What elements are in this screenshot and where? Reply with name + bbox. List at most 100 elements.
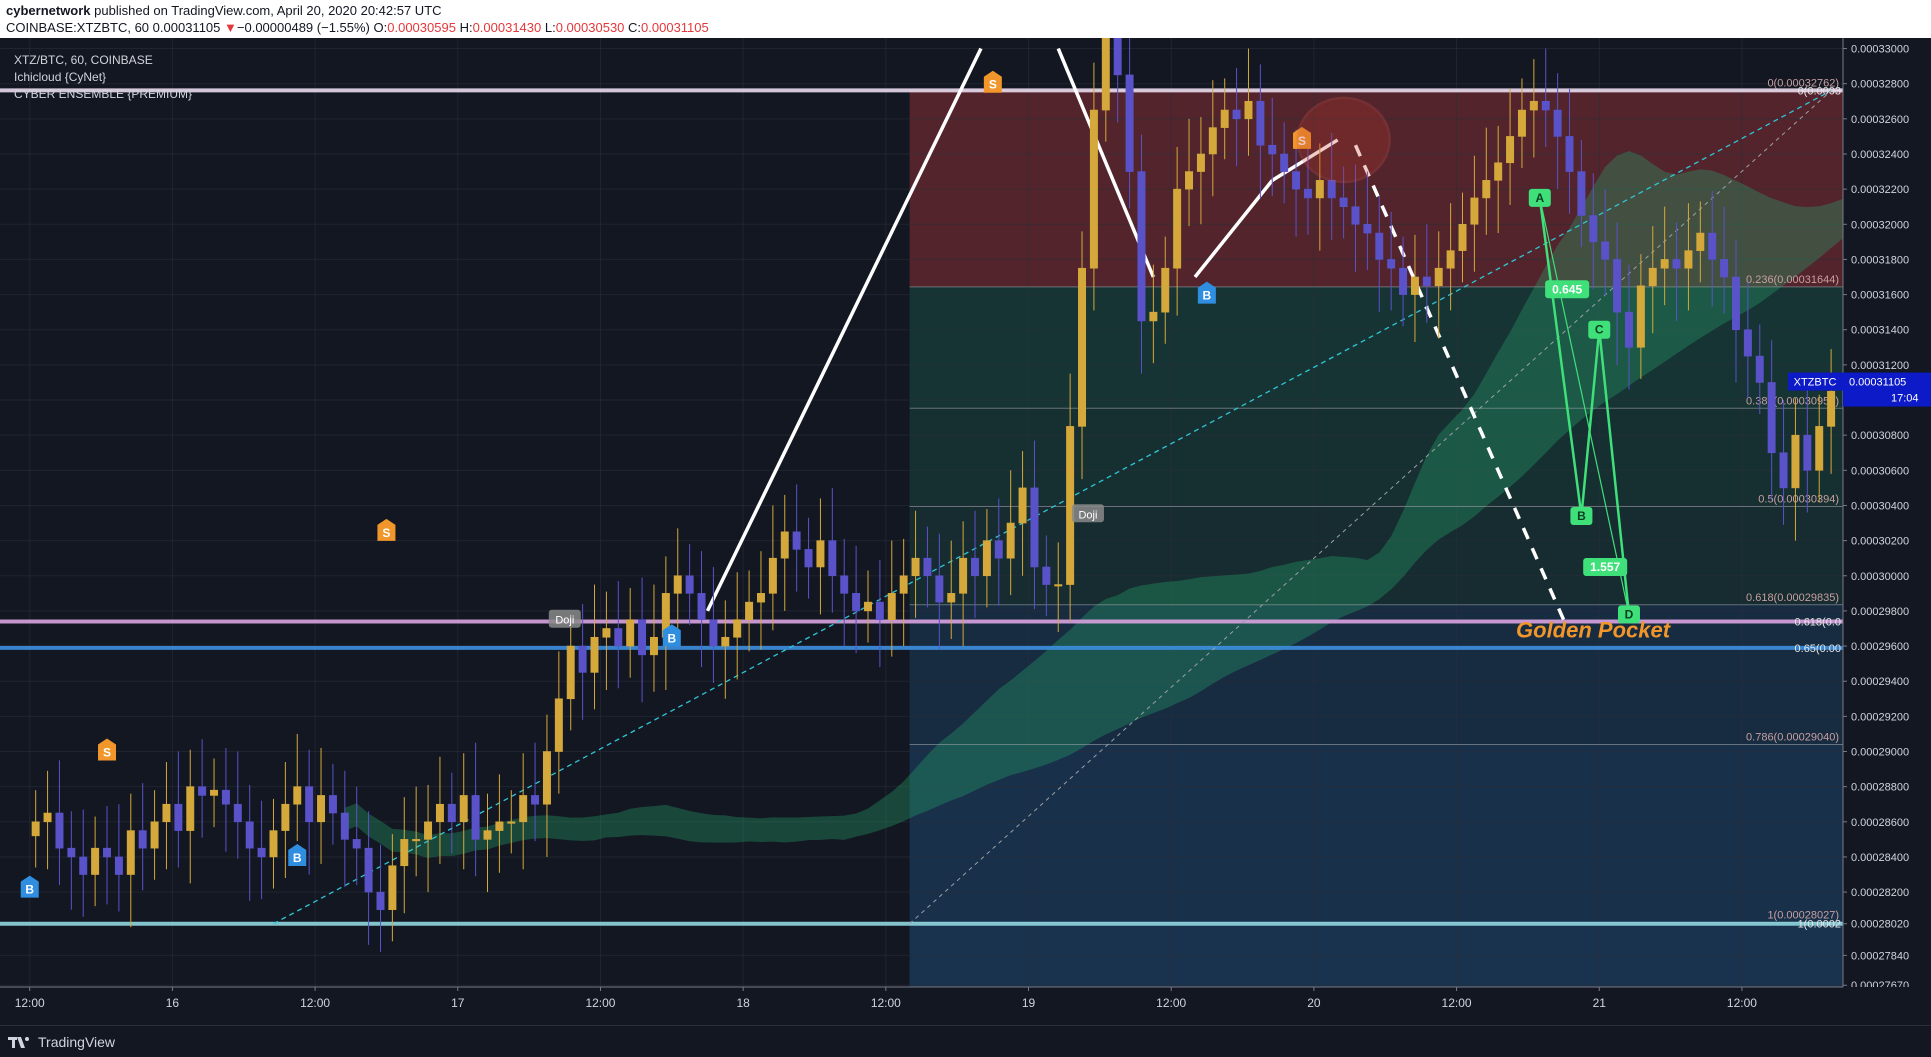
tradingview-footer: TradingView — [0, 1025, 1931, 1057]
golden-pocket-label: Golden Pocket — [1516, 617, 1672, 642]
candle-body — [756, 593, 765, 603]
candle-body — [1743, 329, 1752, 357]
price-tick-label: 0.00030600 — [1851, 465, 1909, 477]
candle-body — [1351, 206, 1360, 225]
candle-body — [1529, 100, 1538, 111]
candle-body — [1720, 259, 1729, 278]
candle-body — [816, 540, 825, 568]
candle-body — [1078, 267, 1087, 427]
time-tick-label: 12:00 — [1442, 996, 1472, 1010]
candle-body — [1636, 285, 1645, 348]
candle-body — [1303, 188, 1312, 199]
fib-level-label: 0.5(0.00030394) — [1758, 494, 1839, 506]
candle-body — [1399, 267, 1408, 295]
price-tick-label: 0.00029000 — [1851, 747, 1909, 759]
candle-body — [1054, 584, 1063, 587]
candle-body — [1006, 522, 1015, 559]
candle-body — [412, 839, 421, 842]
candle-body — [1387, 259, 1396, 269]
sell-signal-label: S — [103, 746, 111, 760]
publication-header: cybernetwork published on TradingView.co… — [0, 0, 1931, 38]
candle-body — [221, 789, 230, 805]
candle-body — [1220, 109, 1229, 128]
candle-body — [1684, 250, 1693, 269]
price-tick-label: 0.00028600 — [1851, 817, 1909, 829]
candle-body — [1196, 153, 1205, 172]
candle-body — [1042, 566, 1051, 585]
key-level-label: 0(0.0003 — [1798, 85, 1841, 97]
candle-body — [1767, 382, 1776, 454]
tradingview-logo-icon[interactable] — [8, 1035, 32, 1049]
price-tick-label: 0.00032000 — [1851, 219, 1909, 231]
legend-indicator-ichicloud[interactable]: Ichicloud {CyNet} — [14, 70, 106, 84]
candle-body — [459, 795, 468, 823]
candle-body — [673, 575, 682, 594]
price-tick-label: 0.00029800 — [1851, 606, 1909, 618]
key-level-label: 0.618(0.0 — [1795, 616, 1841, 628]
candle-body — [1292, 171, 1301, 190]
candle-body — [507, 821, 516, 824]
candle-body — [162, 803, 171, 823]
candle-body — [174, 803, 183, 831]
candle-body — [768, 557, 777, 594]
candle-body — [424, 821, 433, 840]
candle-body — [1648, 267, 1657, 287]
time-tick-label: 12:00 — [1156, 996, 1186, 1010]
candle-body — [1149, 311, 1158, 322]
price-chart[interactable]: 0(0.00032762)0.236(0.00031644)0.382(0.00… — [0, 38, 1931, 1025]
candle-body — [471, 795, 480, 840]
candle-body — [138, 830, 147, 849]
candle-body — [1565, 136, 1574, 172]
price-tick-label: 0.00032400 — [1851, 149, 1909, 161]
price-tick-label: 0.00029600 — [1851, 641, 1909, 653]
candle-body — [1613, 259, 1622, 313]
candle-body — [1708, 232, 1717, 260]
candle-body — [1755, 355, 1764, 383]
price-tick-label: 0.00031200 — [1851, 360, 1909, 372]
candle-body — [1280, 153, 1289, 172]
legend-symbol: XTZ/BTC, 60, COINBASE — [14, 53, 153, 67]
candle-body — [186, 786, 195, 831]
candle-body — [971, 557, 979, 577]
open-value: 0.00030595 — [387, 20, 456, 35]
doji-label: Doji — [555, 615, 574, 627]
price-tick-label: 0.00032200 — [1851, 184, 1909, 196]
candle-body — [864, 601, 872, 612]
candle-body — [1470, 197, 1479, 225]
candle-body — [376, 891, 385, 910]
candle-body — [1232, 109, 1241, 120]
buy-signal-label: B — [25, 883, 34, 897]
candle-body — [67, 847, 76, 858]
footer-brand[interactable]: TradingView — [38, 1034, 115, 1050]
candle-body — [1339, 197, 1348, 208]
buy-signal-label: B — [667, 631, 676, 645]
candle-body — [317, 795, 326, 823]
time-tick-label: 12:00 — [585, 996, 615, 1010]
legend-indicator-ensemble[interactable]: CYBER ENSEMBLE {PREMIUM} — [14, 87, 192, 101]
candle-body — [293, 786, 302, 805]
candle-body — [1422, 276, 1431, 287]
candle-body — [1268, 144, 1277, 155]
fib-level-label: 0.236(0.00031644) — [1746, 274, 1839, 286]
candle-body — [935, 575, 944, 603]
candle-body — [305, 786, 314, 823]
candle-body — [43, 812, 52, 823]
time-tick-label: 19 — [1022, 996, 1036, 1010]
key-level-label: 1(0.0002 — [1798, 919, 1841, 931]
candle-body — [1375, 232, 1384, 260]
author-name[interactable]: cybernetwork — [6, 3, 91, 18]
candle-body — [852, 593, 861, 612]
open-label: O: — [373, 20, 388, 35]
candle-body — [55, 812, 64, 849]
candle-body — [1101, 38, 1110, 111]
candle-body — [1018, 487, 1027, 524]
price-tick-label: 0.00032800 — [1851, 79, 1909, 91]
time-tick-label: 20 — [1307, 996, 1321, 1010]
candle-body — [114, 856, 123, 875]
candle-body — [1517, 109, 1526, 137]
candle-body — [1173, 188, 1182, 269]
top-highlight-circle — [1296, 96, 1391, 184]
candle-body — [1244, 100, 1253, 120]
candle-body — [1458, 223, 1467, 251]
candle-body — [245, 821, 254, 849]
